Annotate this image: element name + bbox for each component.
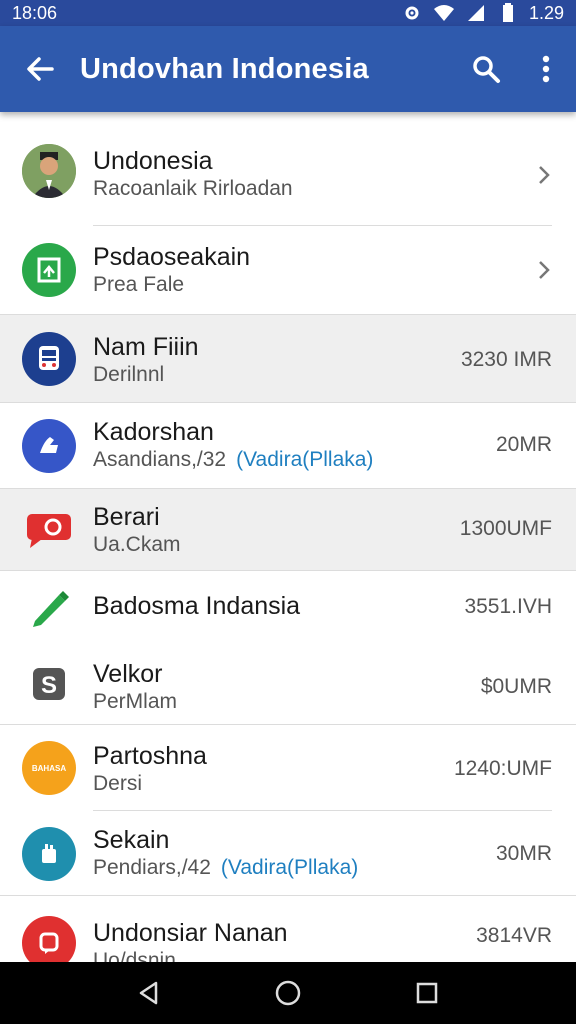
wifi-icon: [433, 3, 455, 23]
item-link[interactable]: (Vadira(Pllaka): [221, 856, 358, 879]
bus-icon: [22, 332, 76, 386]
more-options-button[interactable]: [516, 26, 576, 112]
item-link[interactable]: (Vadira(Pllaka): [236, 448, 373, 471]
item-value: 1240:UMF: [453, 757, 552, 780]
item-subtitle: Racoanlaik Rirloadan: [93, 177, 293, 200]
item-value: 1300UMF: [459, 517, 552, 540]
list-item[interactable]: Nam Fiiin Derilnnl 3230 IMR: [0, 315, 576, 403]
circle-home-icon: [275, 980, 301, 1006]
item-title: Nam Fiiin: [93, 333, 199, 361]
item-title: Velkor: [93, 660, 163, 688]
signal-icon: [465, 3, 487, 23]
more-vert-icon: [542, 55, 550, 83]
list-item[interactable]: Undonesia Racoanlaik Rirloadan: [0, 112, 576, 226]
arrow-back-icon: [27, 57, 54, 81]
item-texts: Badosma Indansia: [93, 591, 300, 621]
list-item[interactable]: Sekain Pendiars,/42 (Vadira(Pllaka) 30MR: [0, 811, 576, 896]
item-subtitle: Pendiars,/42 (Vadira(Pllaka): [93, 855, 358, 881]
square-recents-icon: [416, 982, 437, 1004]
item-subtitle: PerMlam: [93, 690, 178, 713]
status-bar: 18:06 1.29: [0, 0, 576, 26]
back-button[interactable]: [0, 26, 80, 112]
navigation-bar: [0, 962, 576, 1024]
chevron-right-icon: [534, 162, 554, 188]
item-texts: Velkor PerMlam: [93, 659, 177, 715]
item-value: 3814VR: [476, 924, 552, 947]
chevron-right-icon: [534, 257, 554, 283]
item-subtitle: Derilnnl: [93, 363, 165, 386]
list-item[interactable]: Berari Ua.Ckam 1300UMF: [0, 489, 576, 571]
list-item[interactable]: Kadorshan Asandians,/32 (Vadira(Pllaka) 2…: [0, 403, 576, 489]
badge-text: BAHASA: [31, 763, 67, 773]
green-doc-icon: [22, 243, 76, 297]
item-texts: Psdaoseakain Prea Fale: [93, 242, 250, 298]
item-value: 30MR: [495, 842, 552, 865]
svg-text:S: S: [41, 672, 57, 699]
item-title: Psdaoseakain: [93, 243, 251, 271]
item-texts: Berari Ua.Ckam: [93, 502, 181, 558]
item-subtitle-text: Pendiars,/42: [93, 856, 211, 879]
battery-icon: [497, 3, 519, 23]
orange-badge-icon: BAHASA: [22, 741, 76, 795]
item-texts: Partoshna Dersi: [93, 741, 207, 797]
item-title: Undonsiar Nanan: [93, 919, 288, 947]
person-avatar: [22, 144, 76, 198]
dollar-icon: S: [22, 657, 76, 711]
item-title: Berari: [93, 503, 160, 531]
item-title: Undonesia: [93, 147, 213, 175]
item-subtitle: Asandians,/32 (Vadira(Pllaka): [93, 447, 373, 473]
app-bar: Undovhan Indonesia: [0, 26, 576, 112]
page-title: Undovhan Indonesia: [80, 52, 369, 85]
search-icon: [473, 56, 500, 83]
item-value: 3230 IMR: [460, 348, 552, 371]
item-texts: Nam Fiiin Derilnnl: [93, 332, 199, 388]
hand-icon: [22, 419, 76, 473]
chat-bubble-icon: [22, 503, 76, 557]
item-texts: Kadorshan Asandians,/32 (Vadira(Pllaka): [93, 417, 373, 473]
item-subtitle-text: Asandians,/32: [93, 448, 227, 471]
nav-home-button[interactable]: [258, 963, 318, 1023]
teal-hand-icon: [22, 827, 76, 881]
search-button[interactable]: [456, 26, 516, 112]
item-texts: Sekain Pendiars,/42 (Vadira(Pllaka): [93, 825, 358, 881]
battery-label: 1.29: [528, 2, 564, 23]
nav-recents-button[interactable]: [397, 963, 457, 1023]
item-subtitle: Dersi: [93, 772, 143, 795]
item-title: Sekain: [93, 826, 170, 854]
item-title: Badosma Indansia: [93, 592, 301, 620]
list-item[interactable]: BAHASA Partoshna Dersi 1240:UMF: [0, 725, 576, 811]
settings-icon: [401, 3, 423, 23]
item-list: Undonesia Racoanlaik Rirloadan Psdaoseak…: [0, 112, 576, 976]
status-icons: 1.29: [401, 3, 564, 24]
item-value: 3551.IVH: [464, 595, 552, 618]
item-subtitle: Ua.Ckam: [93, 533, 181, 556]
nav-back-button[interactable]: [119, 963, 179, 1023]
item-title: Partoshna: [93, 742, 207, 770]
screen: 18:06 1.29 Undovhan Indonesia Undonesia …: [0, 0, 576, 1024]
list-item[interactable]: Psdaoseakain Prea Fale: [0, 226, 576, 315]
triangle-back-icon: [140, 981, 158, 1005]
list-item[interactable]: S Velkor PerMlam $0UMR: [0, 643, 576, 725]
pencil-icon: [22, 580, 76, 634]
item-texts: Undonesia Racoanlaik Rirloadan: [93, 146, 293, 202]
item-subtitle: Prea Fale: [93, 273, 185, 296]
list-item[interactable]: Badosma Indansia 3551.IVH: [0, 571, 576, 643]
item-title: Kadorshan: [93, 418, 214, 446]
item-value: 20MR: [495, 433, 552, 456]
status-time: 18:06: [12, 2, 58, 23]
item-value: $0UMR: [480, 675, 552, 698]
